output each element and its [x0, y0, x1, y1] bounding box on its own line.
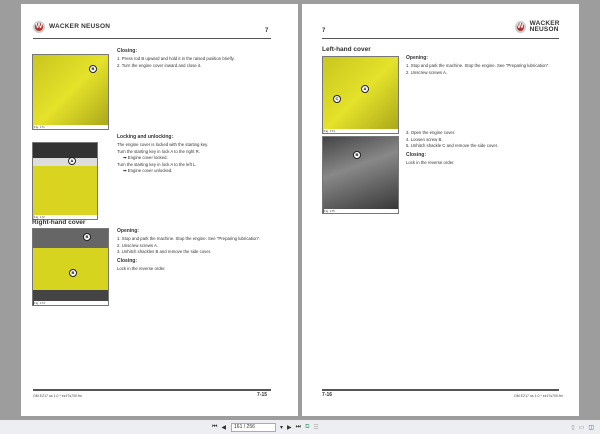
footer-rule [322, 389, 559, 391]
closing-block: Closing: 1. Press rod B upward and hold … [117, 48, 235, 68]
page-number: 7-16 [322, 392, 333, 398]
brand-logo: W WACKER NEUSON [515, 20, 560, 33]
left-page: W WACKER NEUSON 7 B Fig. 171 Closing: 1. P… [21, 4, 298, 416]
prev-page-button[interactable]: ◀ [221, 424, 226, 431]
figure-175: B Fig. 175 [322, 136, 399, 214]
copy-icon[interactable]: ⧉ [305, 424, 309, 431]
steps-block: 3. Open the engine cover. 4. Loosen screw… [406, 130, 499, 165]
viewer-toolbar: ⏮ ◀ 161 / 256 ▾ ▶ ⏭ ⧉ ☰ ▯ ▭ ◫ [0, 420, 600, 434]
figure-171: B Fig. 171 [32, 54, 109, 130]
footer-doc-id: OM EZ17 us 1.0 * ez17s700.fm [514, 394, 563, 398]
figure-173: B B Fig. 173 [32, 228, 109, 306]
section-title: Right-hand cover [32, 219, 86, 226]
chapter-number: 7 [265, 28, 269, 34]
next-page-button[interactable]: ▶ [287, 424, 292, 431]
page-dropdown-icon[interactable]: ▾ [280, 424, 283, 431]
header-rule [322, 38, 559, 39]
chapter-number: 7 [322, 28, 326, 34]
first-page-button[interactable]: ⏮ [212, 424, 217, 431]
section-title: Left-hand cover [322, 46, 371, 53]
paste-icon[interactable]: ☰ [313, 424, 318, 431]
page-number-input[interactable]: 161 / 256 [231, 422, 277, 432]
continuous-view-icon[interactable]: ▭ [579, 424, 585, 431]
header-rule [33, 38, 271, 39]
locking-block: Locking and unlocking: The engine cover … [117, 134, 209, 173]
single-page-view-icon[interactable]: ▯ [571, 424, 574, 431]
brand-logo: W WACKER NEUSON [33, 21, 110, 33]
page-number: 7-15 [257, 392, 268, 398]
footer-doc-id: OM EZ17 us 1.0 * ez17s700.fm [33, 394, 82, 398]
opening-block: Opening: 1. Stop and park the machine. S… [406, 55, 550, 75]
two-page-view-icon[interactable]: ◫ [588, 424, 594, 431]
right-page: 7 W WACKER NEUSON Left-hand cover A C Fig. … [302, 4, 579, 416]
last-page-button[interactable]: ⏭ [296, 424, 301, 431]
figure-172: A Fig. 172 [32, 142, 98, 220]
opening-block: Opening: 1. Stop and park the machine. S… [117, 228, 261, 271]
figure-174: A C Fig. 174 [322, 56, 399, 134]
footer-rule [33, 389, 271, 391]
